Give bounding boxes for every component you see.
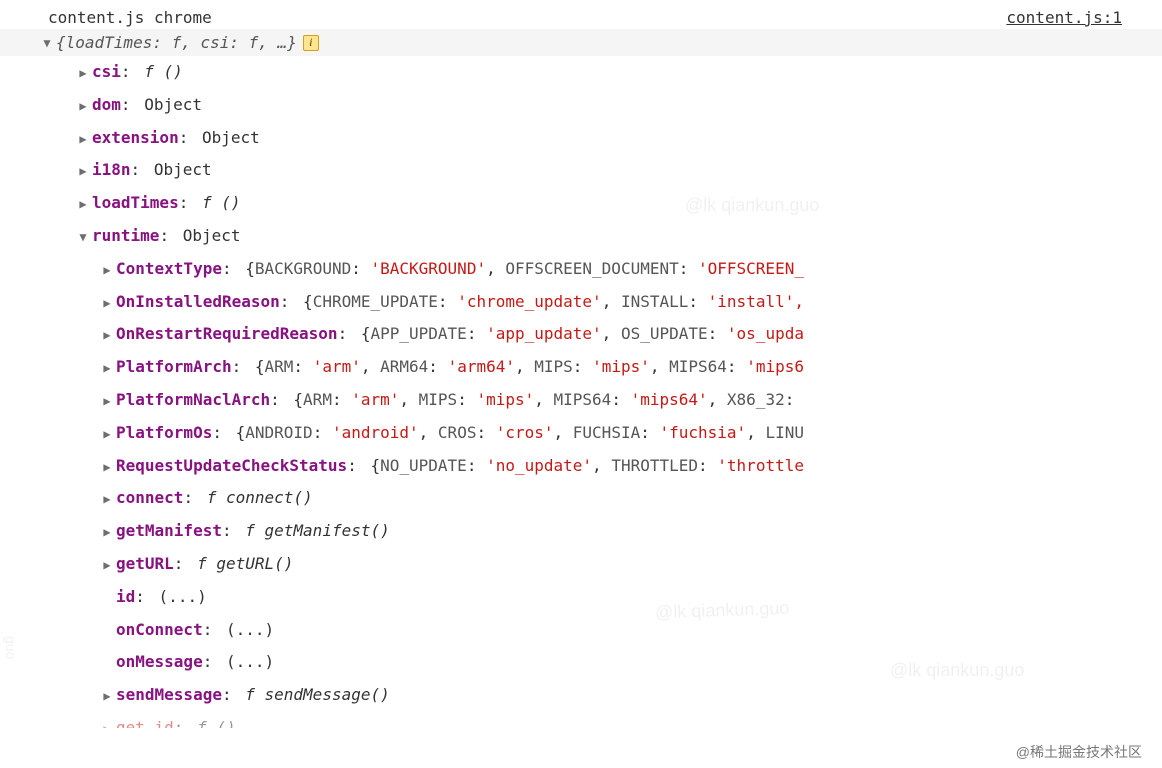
log-source-link[interactable]: content.js:1	[1006, 8, 1122, 27]
chevron-right-icon[interactable]: ▶	[100, 325, 114, 347]
chevron-right-icon[interactable]: ▶	[76, 129, 90, 151]
chevron-down-icon[interactable]: ▼	[40, 36, 54, 50]
prop-row-getid-cut[interactable]: ▶ get id: f ()	[0, 712, 1162, 728]
prop-row-getmanifest[interactable]: ▶ getManifest: f getManifest()	[0, 515, 1162, 548]
prop-row-connect[interactable]: ▶ connect: f connect()	[0, 482, 1162, 515]
chevron-right-icon[interactable]: ▶	[100, 719, 114, 728]
chevron-right-icon[interactable]: ▶	[100, 457, 114, 479]
chevron-right-icon[interactable]: ▶	[100, 260, 114, 282]
prop-row-oninstalledreason[interactable]: ▶ OnInstalledReason: {CHROME_UPDATE: 'ch…	[0, 286, 1162, 319]
chevron-down-icon[interactable]: ▼	[76, 227, 90, 249]
chevron-right-icon[interactable]: ▶	[76, 194, 90, 216]
chevron-right-icon[interactable]: ▶	[100, 391, 114, 413]
prop-row-dom[interactable]: ▶ dom: Object	[0, 89, 1162, 122]
prop-row-i18n[interactable]: ▶ i18n: Object	[0, 154, 1162, 187]
prop-row-id[interactable]: id: (...)	[0, 581, 1162, 614]
object-summary-row[interactable]: ▼ {loadTimes: f, csi: f, …} i	[0, 29, 1162, 56]
prop-row-loadtimes[interactable]: ▶ loadTimes: f ()	[0, 187, 1162, 220]
chevron-right-icon[interactable]: ▶	[76, 161, 90, 183]
prop-row-csi[interactable]: ▶ csi: f ()	[0, 56, 1162, 89]
chevron-right-icon[interactable]: ▶	[100, 522, 114, 544]
prop-row-platformarch[interactable]: ▶ PlatformArch: {ARM: 'arm', ARM64: 'arm…	[0, 351, 1162, 384]
chevron-right-icon[interactable]: ▶	[100, 293, 114, 315]
chevron-right-icon[interactable]: ▶	[76, 63, 90, 85]
prop-row-onmessage[interactable]: onMessage: (...)	[0, 646, 1162, 679]
chevron-right-icon[interactable]: ▶	[76, 96, 90, 118]
object-summary-text: {loadTimes: f, csi: f, …}	[56, 33, 297, 52]
chevron-right-icon[interactable]: ▶	[100, 358, 114, 380]
prop-row-contexttype[interactable]: ▶ ContextType: {BACKGROUND: 'BACKGROUND'…	[0, 253, 1162, 286]
prop-row-platformnaclarch[interactable]: ▶ PlatformNaclArch: {ARM: 'arm', MIPS: '…	[0, 384, 1162, 417]
prop-row-extension[interactable]: ▶ extension: Object	[0, 122, 1162, 155]
log-source-header: content.js chrome content.js:1	[0, 6, 1162, 29]
prop-row-requestupdatecheckstatus[interactable]: ▶ RequestUpdateCheckStatus: {NO_UPDATE: …	[0, 450, 1162, 483]
footer-watermark: @稀土掘金技术社区	[1016, 742, 1142, 762]
log-source-file: content.js chrome	[48, 8, 212, 27]
prop-row-onrestartrequiredreason[interactable]: ▶ OnRestartRequiredReason: {APP_UPDATE: …	[0, 318, 1162, 351]
console-panel: content.js chrome content.js:1 ▼ {loadTi…	[0, 0, 1162, 728]
info-icon[interactable]: i	[303, 35, 319, 51]
chevron-right-icon[interactable]: ▶	[100, 489, 114, 511]
chevron-right-icon[interactable]: ▶	[100, 424, 114, 446]
chevron-right-icon[interactable]: ▶	[100, 686, 114, 708]
prop-row-geturl[interactable]: ▶ getURL: f getURL()	[0, 548, 1162, 581]
chevron-right-icon[interactable]: ▶	[100, 555, 114, 577]
prop-row-platformos[interactable]: ▶ PlatformOs: {ANDROID: 'android', CROS:…	[0, 417, 1162, 450]
prop-row-onconnect[interactable]: onConnect: (...)	[0, 614, 1162, 647]
prop-row-runtime[interactable]: ▼ runtime: Object	[0, 220, 1162, 253]
prop-row-sendmessage[interactable]: ▶ sendMessage: f sendMessage()	[0, 679, 1162, 712]
